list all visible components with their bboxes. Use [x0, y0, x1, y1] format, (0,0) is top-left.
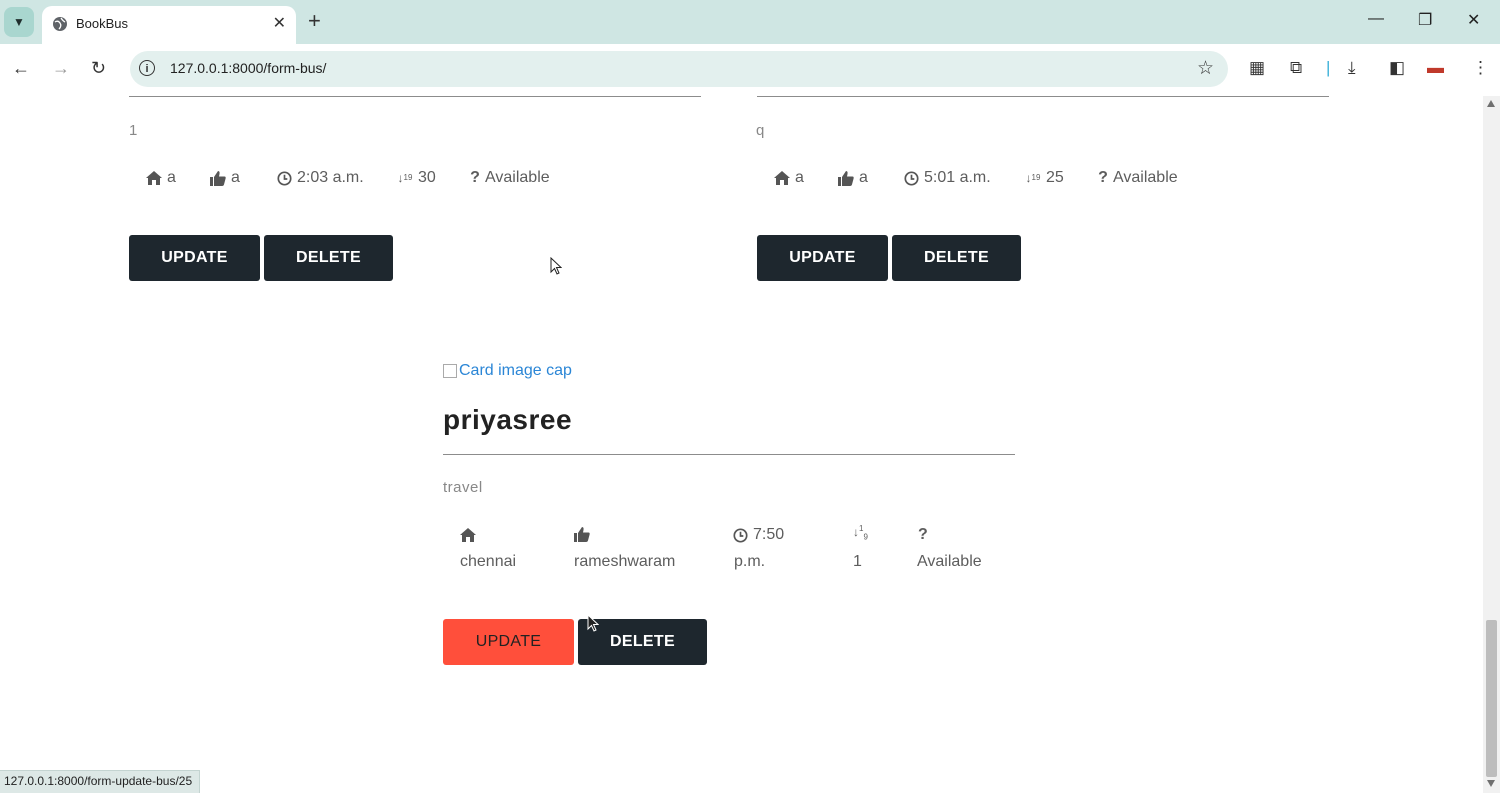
seat-count: ↓ 1 9 30 — [397, 169, 436, 186]
sort-numeric-icon: ↓19 — [1025, 171, 1041, 185]
question-icon: ? — [470, 169, 480, 186]
card-divider — [129, 96, 701, 97]
home-icon — [774, 170, 790, 186]
card-image-alt: Card image cap — [459, 362, 572, 379]
sort-numeric-icon: ↓19 — [397, 171, 413, 185]
browser-tab-bar: ▼ BookBus ✕ + — ❐ ✕ — [0, 0, 1500, 44]
broken-image-icon — [443, 364, 457, 378]
card-subtitle: q — [756, 122, 765, 139]
browser-tab[interactable]: BookBus ✕ — [42, 6, 296, 44]
delete-button[interactable]: DELETE — [892, 235, 1021, 281]
close-tab-icon[interactable]: ✕ — [273, 13, 286, 33]
minimize-icon[interactable]: — — [1368, 10, 1384, 28]
globe-icon — [53, 17, 67, 31]
delete-button[interactable]: DELETE — [264, 235, 393, 281]
from-location: a — [774, 169, 804, 187]
update-button[interactable]: UPDATE — [443, 619, 574, 665]
profile-extension-icon[interactable]: ▦ — [1249, 58, 1265, 78]
scroll-thumb[interactable] — [1486, 620, 1497, 777]
card-image: Card image cap — [443, 362, 572, 380]
clock-icon — [733, 528, 748, 548]
question-icon: ? — [1098, 169, 1108, 186]
card-subtitle: 1 — [129, 122, 138, 139]
card-divider — [443, 454, 1015, 455]
home-icon — [460, 528, 476, 547]
home-icon — [146, 170, 162, 186]
departure-time: 5:01 a.m. — [903, 169, 991, 187]
from-location: a — [146, 169, 176, 187]
extension-badge-icon[interactable]: ▬ — [1427, 58, 1444, 78]
card-subtitle: travel — [443, 479, 483, 496]
browser-toolbar: ← → ↻ i 127.0.0.1:8000/form-bus/ ☆ ▦ ⧉ |… — [0, 44, 1500, 96]
thumbs-up-icon — [574, 527, 590, 547]
seat-count: ↓ 1 9 25 — [1025, 169, 1064, 186]
back-icon[interactable]: ← — [12, 58, 30, 79]
availability-status: ? Available — [1098, 169, 1178, 186]
clock-icon — [903, 170, 919, 186]
scroll-down-arrow-icon[interactable] — [1487, 780, 1495, 787]
forward-icon[interactable]: → — [52, 58, 70, 79]
site-info-icon[interactable]: i — [139, 60, 155, 76]
tab-search-button[interactable]: ▼ — [4, 7, 34, 37]
departure-time: 2:03 a.m. — [276, 169, 364, 187]
to-location: a — [210, 169, 240, 187]
new-tab-icon[interactable]: + — [308, 8, 321, 34]
side-panel-icon[interactable]: ◧ — [1389, 58, 1405, 78]
mouse-cursor-icon — [550, 257, 562, 275]
update-button[interactable]: UPDATE — [129, 235, 260, 281]
mouse-cursor-icon — [587, 614, 599, 632]
address-url[interactable]: 127.0.0.1:8000/form-bus/ — [170, 60, 326, 76]
toolbar-divider: | — [1326, 58, 1331, 77]
to-location: a — [838, 169, 868, 187]
question-icon: ? — [918, 526, 928, 543]
bookmark-star-icon[interactable]: ☆ — [1197, 57, 1214, 80]
close-window-icon[interactable]: ✕ — [1467, 10, 1480, 30]
menu-dots-icon[interactable]: ⋮ — [1472, 58, 1489, 78]
extensions-puzzle-icon[interactable]: ⧉ — [1290, 58, 1302, 78]
tab-title: BookBus — [76, 16, 129, 31]
card-divider — [757, 96, 1329, 97]
reload-icon[interactable]: ↻ — [91, 58, 106, 79]
thumbs-up-icon — [838, 170, 854, 186]
clock-icon — [276, 170, 292, 186]
restore-icon[interactable]: ❐ — [1418, 10, 1432, 30]
availability-status: ? Available — [470, 169, 550, 186]
update-button[interactable]: UPDATE — [757, 235, 888, 281]
page-content: 1 a a 2:03 a.m. ↓ 1 9 30 ? Available UPDAT… — [0, 96, 1483, 793]
address-bar[interactable]: i 127.0.0.1:8000/form-bus/ ☆ — [130, 51, 1228, 87]
sort-numeric-icon: ↓19 — [853, 524, 868, 542]
scroll-up-arrow-icon[interactable] — [1487, 100, 1495, 107]
thumbs-up-icon — [210, 170, 226, 186]
card-title: priyasree — [443, 404, 573, 435]
download-icon[interactable]: ⤓ — [1348, 58, 1356, 78]
page-scrollbar[interactable] — [1483, 96, 1500, 793]
link-status-bar: 127.0.0.1:8000/form-update-bus/25 — [0, 770, 201, 793]
